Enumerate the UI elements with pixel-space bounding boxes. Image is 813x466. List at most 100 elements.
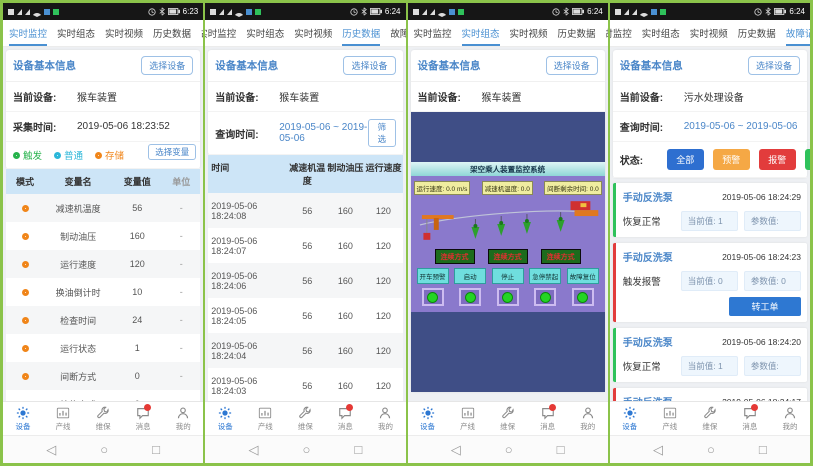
device-label: 当前设备: [215, 89, 279, 104]
table-row[interactable]: 2019-05-06 18:24:08 56 160 120 [208, 193, 402, 228]
nav-device[interactable]: 设备 [3, 402, 43, 435]
mode-box[interactable]: 连续方式 [488, 249, 528, 264]
nav-production-line[interactable]: 产线 [245, 402, 285, 435]
fault-card[interactable]: 手动反洗泵 2019-05-06 18:24:20 恢复正常 当前值: 1 参数… [613, 328, 807, 382]
nav-profile[interactable]: 我的 [163, 402, 203, 435]
tab-realtime-video[interactable]: 实时视频 [105, 20, 143, 46]
filter-button[interactable]: 筛选 [368, 119, 395, 147]
col-mode: 模式 [6, 175, 44, 188]
scada-button[interactable]: 故障复位 [567, 268, 599, 284]
nav-home-button[interactable]: ○ [707, 442, 715, 457]
status-filter-button[interactable]: 预警 [713, 149, 750, 170]
nav-production-line[interactable]: 产线 [43, 402, 83, 435]
nav-production-line[interactable]: 产线 [650, 402, 690, 435]
nav-device[interactable]: 设备 [205, 402, 245, 435]
nav-production-line[interactable]: 产线 [448, 402, 488, 435]
scada-mimic-area: 运行速度: 0.0 m/s减速机温度: 0.0间断剩余时间: 0.0 [411, 176, 605, 312]
tab-realtime-video[interactable]: 实时视频 [690, 20, 728, 46]
scada-button[interactable]: 启动 [454, 268, 486, 284]
tab-realtime-monitor[interactable]: 实时监控 [414, 20, 452, 46]
nav-profile[interactable]: 我的 [568, 402, 608, 435]
nav-profile[interactable]: 我的 [365, 402, 405, 435]
nav-recents-button[interactable]: □ [557, 442, 565, 457]
nav-home-button[interactable]: ○ [100, 442, 108, 457]
nav-messages[interactable]: 消息 [528, 402, 568, 435]
table-row[interactable]: 2019-05-06 18:24:04 56 160 120 [208, 333, 402, 368]
nav-home-button[interactable]: ○ [303, 442, 311, 457]
table-row[interactable]: 减速机温度 56 - [6, 194, 200, 222]
table-row[interactable]: 运行速度 120 - [6, 250, 200, 278]
select-device-button[interactable]: 选择设备 [546, 56, 598, 75]
legend-label: 普通 [64, 148, 83, 162]
tab-realtime-config[interactable]: 实时组态 [642, 20, 680, 46]
nav-back-button[interactable]: ◁ [451, 442, 461, 458]
select-variable-button[interactable]: 选择变量 [148, 144, 196, 160]
fault-card[interactable]: 手动反洗泵 2019-05-06 18:24:17 触发报警 当前值: 0 参数… [613, 388, 807, 401]
tab-realtime-config[interactable]: 实时组态 [462, 20, 500, 46]
nav-back-button[interactable]: ◁ [249, 442, 259, 458]
select-device-button[interactable]: 选择设备 [748, 56, 800, 75]
nav-maintenance[interactable]: 维保 [83, 402, 123, 435]
scada-button[interactable]: 急停禁起 [529, 268, 561, 284]
nav-maintenance[interactable]: 维保 [690, 402, 730, 435]
nav-messages[interactable]: 消息 [325, 402, 365, 435]
variable-name: 间断方式 [44, 370, 112, 383]
tab-realtime-monitor[interactable]: 实时监控 [205, 20, 236, 46]
tab-fault-record[interactable]: 故障记录 [606, 20, 608, 46]
nav-back-button[interactable]: ◁ [653, 442, 663, 458]
tab-history-data[interactable]: 历史数据 [342, 20, 380, 46]
nav-messages[interactable]: 消息 [730, 402, 770, 435]
tab-history-data[interactable]: 历史数据 [153, 20, 191, 46]
tab-realtime-monitor[interactable]: 实时监控 [610, 20, 632, 46]
nav-recents-button[interactable]: □ [152, 442, 160, 457]
table-row[interactable]: 检修方式 0 - [6, 390, 200, 401]
nav-device[interactable]: 设备 [408, 402, 448, 435]
nav-profile[interactable]: 我的 [770, 402, 810, 435]
status-filter-button[interactable]: 全部 [667, 149, 704, 170]
tab-fault-record[interactable]: 故障记录 [390, 20, 405, 46]
tab-fault-record[interactable]: 故障记录 [201, 20, 203, 46]
table-row[interactable]: 运行状态 1 - [6, 334, 200, 362]
fault-card[interactable]: 手动反洗泵 2019-05-06 18:24:29 恢复正常 当前值: 1 参数… [613, 183, 807, 237]
tab-realtime-monitor[interactable]: 实时监控 [9, 20, 47, 46]
table-row[interactable]: 检查时间 24 - [6, 306, 200, 334]
nav-home-button[interactable]: ○ [505, 442, 513, 457]
table-row[interactable]: 间断方式 0 - [6, 362, 200, 390]
select-device-button[interactable]: 选择设备 [141, 56, 193, 75]
select-device-button[interactable]: 选择设备 [343, 56, 395, 75]
nav-maintenance[interactable]: 维保 [285, 402, 325, 435]
mode-box[interactable]: 连续方式 [541, 249, 581, 264]
nav-recents-button[interactable]: □ [759, 442, 767, 457]
fault-title: 手动反洗泵 [623, 394, 673, 401]
card-title: 设备基本信息 [13, 58, 76, 73]
table-row[interactable]: 换油倒计时 10 - [6, 278, 200, 306]
status-filter-button[interactable]: 报警 [759, 149, 796, 170]
mode-box[interactable]: 连续方式 [435, 249, 475, 264]
table-row[interactable]: 2019-05-06 18:24:07 56 160 120 [208, 228, 402, 263]
row-speed: 120 [364, 276, 402, 286]
tab-realtime-video[interactable]: 实时视频 [294, 20, 332, 46]
nav-maintenance[interactable]: 维保 [488, 402, 528, 435]
table-row[interactable]: 2019-05-06 18:24:06 56 160 120 [208, 263, 402, 298]
tab-realtime-config[interactable]: 实时组态 [57, 20, 95, 46]
tab-realtime-config[interactable]: 实时组态 [246, 20, 284, 46]
nav-messages[interactable]: 消息 [123, 402, 163, 435]
table-row[interactable]: 2019-05-06 18:24:03 56 160 120 [208, 368, 402, 401]
tab-realtime-video[interactable]: 实时视频 [510, 20, 548, 46]
indicator-lamp [422, 288, 444, 306]
table-row[interactable]: 制动油压 160 - [6, 222, 200, 250]
scada-button[interactable]: 停止 [492, 268, 524, 284]
status-filter-button[interactable]: 恢复 [805, 149, 810, 170]
row-temp: 56 [288, 346, 326, 356]
tab-fault-record[interactable]: 故障记录 [786, 20, 810, 46]
nav-device[interactable]: 设备 [610, 402, 650, 435]
tab-history-data[interactable]: 历史数据 [558, 20, 596, 46]
fault-card[interactable]: 手动反洗泵 2019-05-06 18:24:23 触发报警 当前值: 0 参数… [613, 243, 807, 322]
nav-recents-button[interactable]: □ [354, 442, 362, 457]
tab-history-data[interactable]: 历史数据 [738, 20, 776, 46]
nav-back-button[interactable]: ◁ [46, 442, 56, 458]
to-workorder-button[interactable]: 转工单 [729, 297, 801, 316]
fault-time: 2019-05-06 18:24:29 [722, 192, 801, 202]
scada-button[interactable]: 开车预警 [417, 268, 449, 284]
table-row[interactable]: 2019-05-06 18:24:05 56 160 120 [208, 298, 402, 333]
